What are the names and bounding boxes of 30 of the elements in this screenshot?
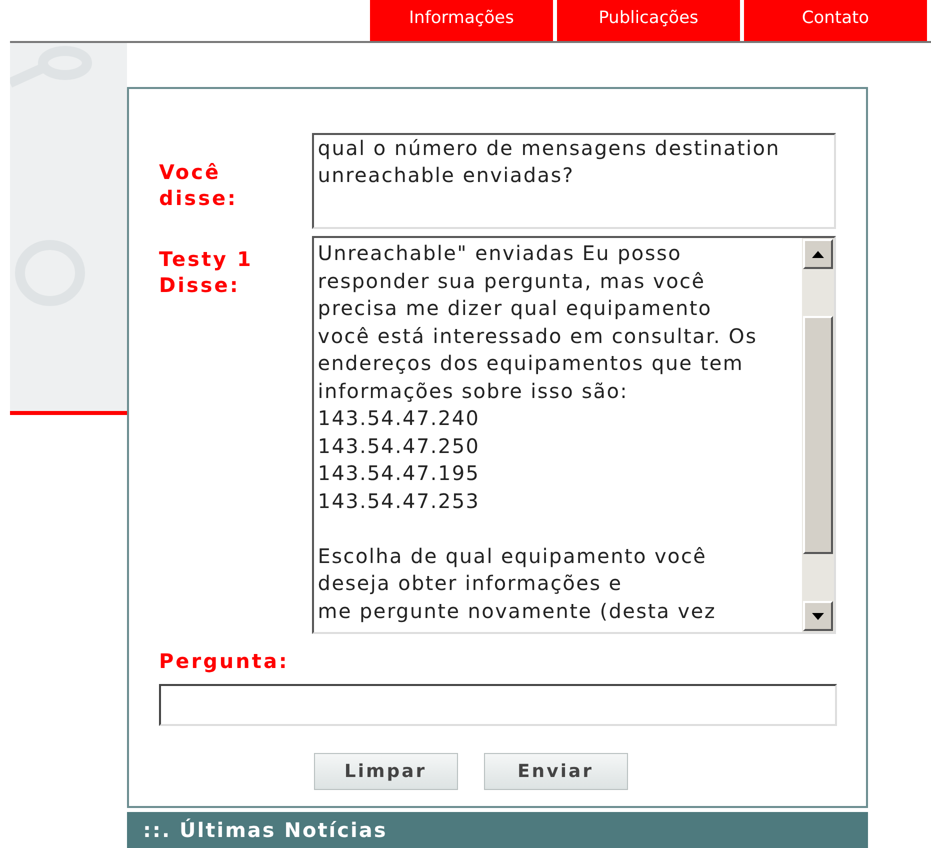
response-line: você está interessado em consultar. Os — [318, 322, 758, 350]
response-line: 143.54.47.195 — [318, 460, 481, 487]
news-header: ::. Últimas Notícias — [127, 812, 868, 848]
response-line: 143.54.47.253 — [318, 488, 481, 514]
response-line: Escolha de qual equipamento você — [318, 542, 708, 570]
response-line: precisa me dizer qual equipamento — [318, 295, 713, 322]
question-label: Pergunta: — [159, 648, 290, 674]
nav-tab[interactable]: Contato — [744, 0, 927, 41]
form-button[interactable]: Limpar — [314, 753, 458, 790]
response-line: responder sua pergunta, mas você — [318, 268, 706, 294]
scroll-thumb[interactable] — [803, 316, 833, 554]
response-line: Unreachable" enviadas Eu posso — [318, 240, 683, 267]
user-message-box: qual o número de mensagens destination unreachable enviadas? — [312, 133, 836, 229]
bot-label: Testy 1 Disse: — [159, 246, 254, 299]
scroll-up-button[interactable] — [803, 239, 833, 269]
response-line: 143.54.47.250 — [318, 432, 481, 460]
nav-tab[interactable]: Publicações — [557, 0, 740, 41]
nav-tab[interactable]: Informações — [370, 0, 553, 41]
response-line: informações sobre isso são: — [318, 378, 630, 404]
form-button[interactable]: Enviar — [484, 753, 628, 790]
response-line: endereços dos equipamentos que tem — [318, 350, 745, 377]
up-arrow-icon — [812, 250, 824, 258]
response-line: 143.54.47.240 — [318, 405, 481, 432]
response-line: me pergunte novamente (desta vez — [318, 598, 718, 624]
scroll-down-button[interactable] — [803, 601, 833, 631]
user-label: Você disse: — [159, 159, 239, 212]
scrollbar[interactable] — [802, 238, 834, 632]
response-line: deseja obter informações e — [318, 570, 624, 597]
down-arrow-icon — [812, 612, 824, 620]
question-field[interactable] — [159, 684, 837, 726]
